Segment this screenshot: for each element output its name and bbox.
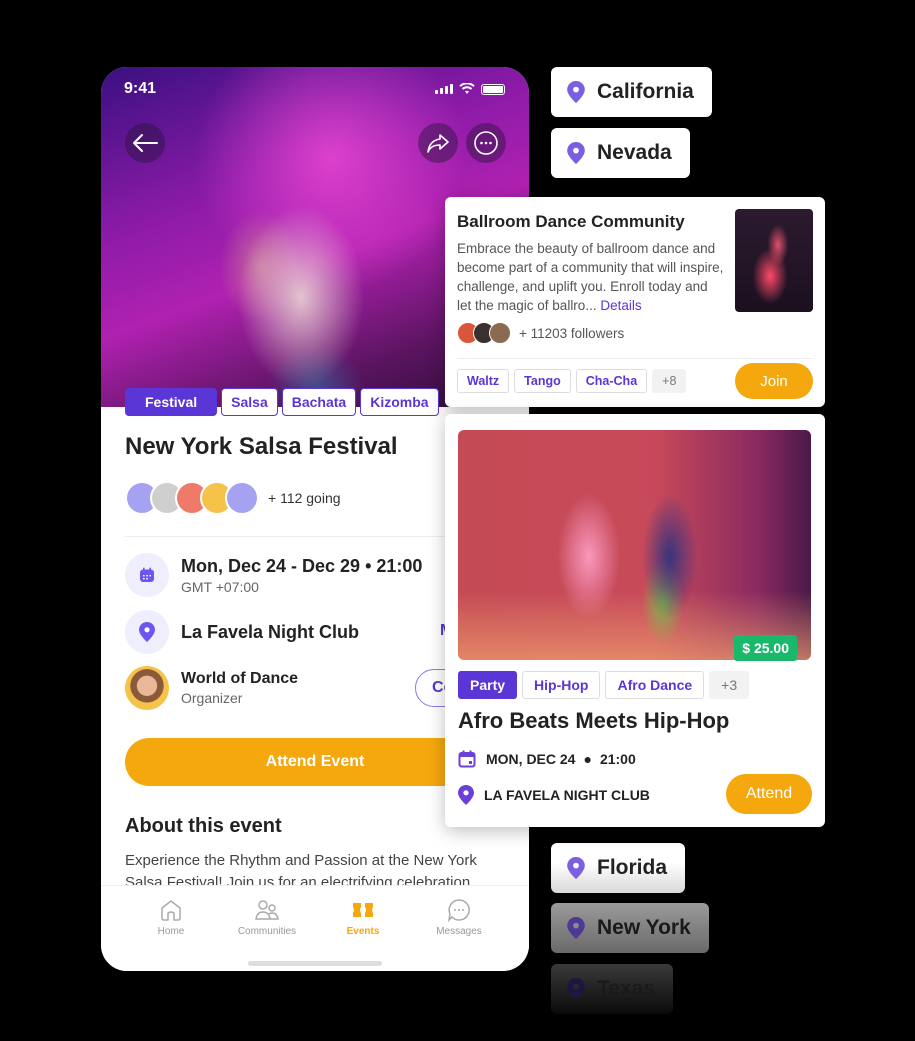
home-icon <box>161 900 181 921</box>
location-chip-new-york[interactable]: New York <box>551 903 709 953</box>
organizer-role: Organizer <box>181 690 243 706</box>
event-image: $ 25.00 <box>458 430 811 661</box>
about-heading: About this event <box>125 815 282 837</box>
location-pin-icon <box>139 622 155 642</box>
signal-icon <box>435 84 453 94</box>
event-location-row: La Favela Night Club <box>125 610 359 654</box>
price-badge: $ 25.00 <box>734 635 797 661</box>
location-label: New York <box>597 916 691 939</box>
tag-hip-hop[interactable]: Hip-Hop <box>522 671 601 699</box>
avatar <box>489 322 511 344</box>
location-chip-florida[interactable]: Florida <box>551 843 686 893</box>
event-card-tags: Party Hip-Hop Afro Dance +3 <box>458 671 750 699</box>
tag-salsa[interactable]: Salsa <box>221 388 278 416</box>
event-date: Mon, Dec 24 - Dec 29 • 21:00 <box>181 555 423 576</box>
tag-party[interactable]: Party <box>458 671 518 699</box>
organizer-avatar <box>125 666 169 710</box>
tag-waltz[interactable]: Waltz <box>457 369 510 393</box>
tab-communities[interactable]: Communities <box>222 898 312 937</box>
location-chip-california[interactable]: California <box>551 67 712 117</box>
chat-icon <box>447 899 470 922</box>
event-tags: Festival Salsa Bachata Kizomba <box>125 388 439 416</box>
community-tags: Waltz Tango Cha-Cha +8 <box>457 369 687 393</box>
community-description: Embrace the beauty of ballroom dance and… <box>457 239 725 315</box>
back-button[interactable] <box>125 123 165 163</box>
status-time: 9:41 <box>124 80 157 97</box>
divider <box>457 358 813 359</box>
bottom-tab-bar: Home Communities Events Messages <box>101 885 529 971</box>
event-date-row: Mon, Dec 24 - Dec 29 • 21:00 GMT +07:00 <box>125 553 422 597</box>
status-bar: 9:41 <box>101 67 529 111</box>
event-venue: La Favela Night Club <box>181 621 360 642</box>
tab-home[interactable]: Home <box>126 898 216 937</box>
more-tags[interactable]: +3 <box>709 671 750 699</box>
more-button[interactable] <box>466 123 506 163</box>
location-label: Texas <box>597 977 655 1000</box>
going-count: + 112 going <box>268 490 341 506</box>
arrow-left-icon <box>133 134 158 152</box>
tag-tango[interactable]: Tango <box>514 369 571 393</box>
tag-festival[interactable]: Festival <box>125 388 218 416</box>
tab-messages-label: Messages <box>436 926 482 937</box>
event-title: New York Salsa Festival <box>125 433 398 460</box>
battery-icon <box>481 83 505 95</box>
tab-messages[interactable]: Messages <box>414 898 504 937</box>
event-card-date-row: MON, DEC 24 ● 21:00 <box>458 750 636 768</box>
tag-bachata[interactable]: Bachata <box>281 388 357 416</box>
community-description-text: Embrace the beauty of ballroom dance and… <box>457 241 724 313</box>
organizer-name: World of Dance <box>181 670 299 687</box>
bullet-separator: ● <box>583 751 592 767</box>
wifi-icon <box>459 83 475 94</box>
community-image <box>735 209 813 312</box>
attendees[interactable]: + 112 going <box>125 481 341 515</box>
location-pin-icon <box>567 142 585 164</box>
community-title: Ballroom Dance Community <box>457 212 685 231</box>
location-chip-nevada[interactable]: Nevada <box>551 128 690 178</box>
event-card-date: MON, DEC 24 <box>486 751 576 767</box>
location-pin-icon <box>567 857 585 879</box>
location-pin-icon <box>567 81 585 103</box>
location-pin-icon <box>567 978 585 1000</box>
event-card-title: Afro Beats Meets Hip-Hop <box>458 708 730 733</box>
ticket-icon <box>353 903 373 917</box>
attend-button[interactable]: Attend <box>726 774 812 814</box>
event-card-time: 21:00 <box>599 751 636 767</box>
more-horizontal-icon <box>474 131 498 155</box>
join-button[interactable]: Join <box>735 363 813 399</box>
tab-events[interactable]: Events <box>318 898 408 937</box>
avatar <box>225 481 259 515</box>
location-label: Nevada <box>597 141 672 164</box>
share-icon <box>427 134 449 153</box>
event-card[interactable]: $ 25.00 Party Hip-Hop Afro Dance +3 Afro… <box>445 414 825 827</box>
community-card[interactable]: Ballroom Dance Community Embrace the bea… <box>445 197 825 407</box>
more-tags[interactable]: +8 <box>652 369 687 393</box>
location-label: Florida <box>597 856 668 879</box>
share-button[interactable] <box>418 123 458 163</box>
home-indicator <box>248 961 382 966</box>
event-card-venue-row: LA FAVELA NIGHT CLUB <box>458 785 650 805</box>
location-pin-icon <box>567 917 585 939</box>
tab-communities-label: Communities <box>237 926 297 937</box>
location-pin-icon <box>458 785 474 805</box>
organizer-row: World of Dance Organizer <box>125 666 298 710</box>
followers: + 11203 followers <box>457 322 624 344</box>
tab-events-label: Events <box>346 926 380 937</box>
users-icon <box>255 900 279 920</box>
event-timezone: GMT +07:00 <box>181 578 259 595</box>
location-label: California <box>597 80 694 103</box>
followers-count: + 11203 followers <box>519 325 625 341</box>
tag-afro-dance[interactable]: Afro Dance <box>605 671 705 699</box>
about-text: Experience the Rhythm and Passion at the… <box>125 852 477 886</box>
details-link[interactable]: Details <box>600 298 641 313</box>
tag-cha-cha[interactable]: Cha-Cha <box>575 369 648 393</box>
calendar-icon <box>140 567 154 582</box>
tab-home-label: Home <box>157 926 185 937</box>
event-card-venue: LA FAVELA NIGHT CLUB <box>484 787 650 803</box>
tag-kizomba[interactable]: Kizomba <box>360 388 439 416</box>
calendar-icon <box>458 750 476 768</box>
location-chip-texas[interactable]: Texas <box>551 964 673 1014</box>
